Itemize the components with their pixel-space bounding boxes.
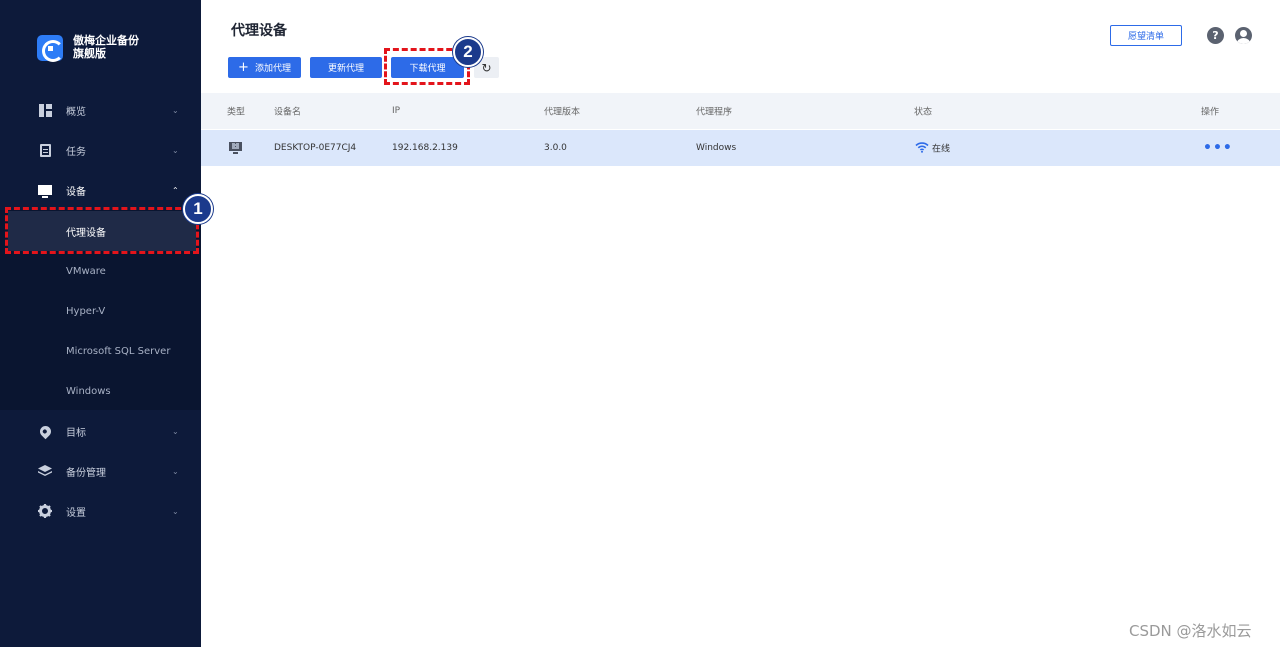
monitor-icon	[38, 183, 52, 198]
submenu-item-agent-devices[interactable]: 代理设备	[8, 211, 196, 251]
layers-icon	[38, 464, 52, 478]
column-header-actions: 操作	[1201, 107, 1220, 118]
gear-icon	[38, 504, 52, 518]
status-badge: 在线	[932, 144, 951, 155]
user-avatar-icon[interactable]	[1235, 27, 1252, 44]
column-header-status: 状态	[914, 107, 933, 118]
column-header-agent-version: 代理版本	[544, 107, 581, 118]
windows-pc-icon	[229, 142, 242, 154]
wifi-icon	[915, 142, 929, 153]
annotation-badge-step1: 1	[183, 194, 213, 224]
page-title: 代理设备	[231, 23, 287, 39]
clipboard-icon	[38, 143, 52, 157]
chevron-down-icon: ⌄	[172, 426, 179, 436]
add-agent-button[interactable]: + 添加代理	[228, 57, 301, 78]
chevron-down-icon: ⌄	[172, 105, 179, 115]
agent-version: 3.0.0	[544, 143, 567, 153]
sidebar-item-backup-management[interactable]: 备份管理 ⌄	[0, 451, 201, 491]
sidebar-item-devices[interactable]: 设备 ⌃	[0, 170, 201, 210]
column-header-ip: IP	[392, 106, 401, 116]
sidebar-item-targets[interactable]: 目标 ⌄	[0, 411, 201, 451]
watermark: CSDN @洛水如云	[1129, 622, 1252, 640]
sidebar-item-overview[interactable]: 概览 ⌄	[0, 90, 201, 130]
submenu-item-sqlserver[interactable]: Microsoft SQL Server	[0, 331, 201, 371]
plus-icon: +	[238, 60, 249, 75]
chevron-down-icon: ⌄	[172, 506, 179, 516]
brand-name: 傲梅企业备份 旗舰版	[73, 34, 139, 60]
sidebar-item-label: 设备	[66, 186, 86, 198]
sidebar: 傲梅企业备份 旗舰版 概览 ⌄ 任务 ⌄ 设备 ⌃ 代理设备 VMware Hy…	[0, 0, 201, 647]
chevron-up-icon: ⌃	[172, 185, 179, 195]
device-ip: 192.168.2.139	[392, 143, 458, 153]
download-agent-button[interactable]: 下载代理	[391, 57, 464, 78]
column-header-device-name: 设备名	[274, 107, 302, 118]
table-row[interactable]: DESKTOP-0E77CJ4 192.168.2.139 3.0.0 Wind…	[201, 130, 1280, 166]
chevron-down-icon: ⌄	[172, 466, 179, 476]
more-actions-button[interactable]: •••	[1203, 140, 1233, 156]
app-logo-icon	[37, 35, 64, 62]
update-agent-button[interactable]: 更新代理	[310, 57, 382, 78]
dashboard-icon	[38, 103, 52, 117]
device-name: DESKTOP-0E77CJ4	[274, 143, 357, 153]
sidebar-item-label: 任务	[66, 146, 86, 158]
chevron-down-icon: ⌄	[172, 145, 179, 155]
column-header-agent-program: 代理程序	[696, 107, 733, 118]
table-header: 类型 设备名 IP 代理版本 代理程序 状态 操作	[201, 93, 1280, 129]
sidebar-item-label: 备份管理	[66, 467, 106, 479]
brand[interactable]: 傲梅企业备份 旗舰版	[37, 34, 139, 62]
sidebar-item-tasks[interactable]: 任务 ⌄	[0, 130, 201, 170]
location-pin-icon	[37, 423, 53, 439]
column-header-type: 类型	[227, 107, 246, 118]
sidebar-item-label: 目标	[66, 427, 86, 439]
submenu-item-windows[interactable]: Windows	[0, 371, 201, 411]
sidebar-item-label: 设置	[66, 507, 86, 519]
sidebar-item-settings[interactable]: 设置 ⌄	[0, 491, 201, 531]
submenu-item-hyperv[interactable]: Hyper-V	[0, 291, 201, 331]
annotation-badge-step2: 2	[453, 37, 483, 67]
sidebar-item-label: 概览	[66, 106, 86, 118]
help-icon[interactable]: ?	[1207, 27, 1224, 44]
wishlist-button[interactable]: 愿望清单	[1110, 25, 1182, 46]
agent-program: Windows	[696, 143, 737, 153]
submenu-item-vmware[interactable]: VMware	[0, 251, 201, 291]
